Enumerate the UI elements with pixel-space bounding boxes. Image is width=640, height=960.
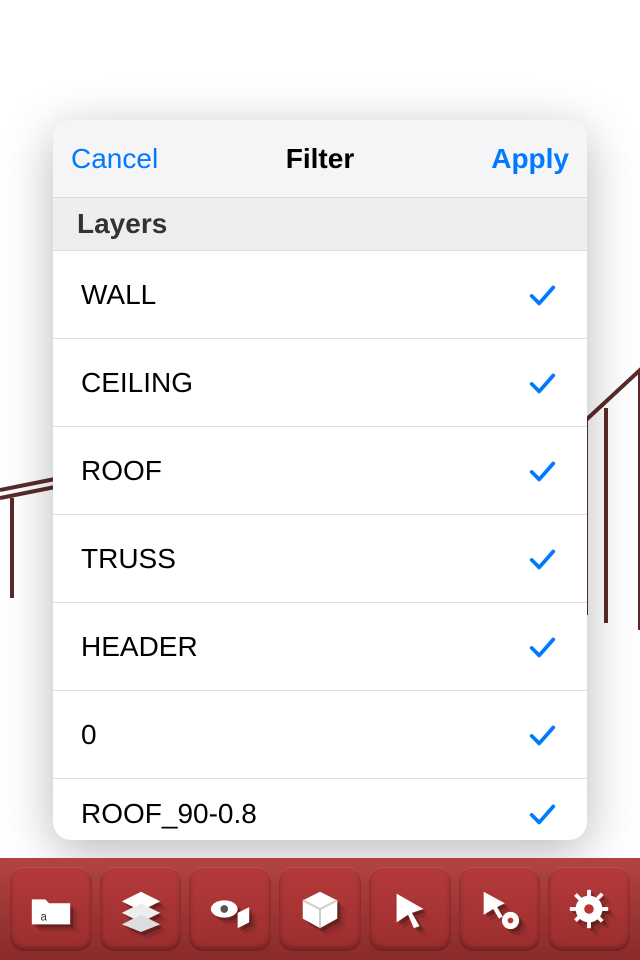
- checkmark-icon: [525, 718, 559, 752]
- layers-button[interactable]: [100, 867, 182, 951]
- open-folder-icon: a: [28, 886, 74, 932]
- layer-row[interactable]: CEILING: [53, 339, 587, 427]
- layer-label: HEADER: [81, 631, 198, 663]
- layer-row[interactable]: HEADER: [53, 603, 587, 691]
- sheet-header: Cancel Filter Apply: [53, 120, 587, 198]
- checkmark-icon: [525, 278, 559, 312]
- checkmark-icon: [525, 630, 559, 664]
- settings-icon: [566, 886, 612, 932]
- open-folder-button[interactable]: a: [10, 867, 92, 951]
- select-settings-button[interactable]: [459, 867, 541, 951]
- layer-row[interactable]: WALL: [53, 251, 587, 339]
- layer-label: TRUSS: [81, 543, 176, 575]
- section-header-layers: Layers: [53, 198, 587, 251]
- cube-icon: [297, 886, 343, 932]
- checkmark-icon: [525, 366, 559, 400]
- select-icon: [387, 886, 433, 932]
- layer-label: 0: [81, 719, 97, 751]
- layer-list: WALL CEILING ROOF TRUSS HEADER 0 ROOF_90…: [53, 251, 587, 840]
- layer-label: ROOF_90-0.8: [81, 798, 257, 830]
- layer-label: WALL: [81, 279, 156, 311]
- layer-row[interactable]: TRUSS: [53, 515, 587, 603]
- layer-row[interactable]: 0: [53, 691, 587, 779]
- layer-label: CEILING: [81, 367, 193, 399]
- select-button[interactable]: [369, 867, 451, 951]
- layer-label: ROOF: [81, 455, 162, 487]
- layer-row[interactable]: ROOF: [53, 427, 587, 515]
- settings-button[interactable]: [548, 867, 630, 951]
- svg-text:a: a: [40, 912, 47, 924]
- bottom-toolbar: a: [0, 858, 640, 960]
- checkmark-icon: [525, 797, 559, 831]
- checkmark-icon: [525, 542, 559, 576]
- apply-button[interactable]: Apply: [491, 143, 569, 175]
- filter-sheet: Cancel Filter Apply Layers WALL CEILING …: [53, 120, 587, 840]
- select-settings-icon: [476, 886, 522, 932]
- view-button[interactable]: [189, 867, 271, 951]
- layers-icon: [118, 886, 164, 932]
- view-icon: [207, 886, 253, 932]
- cancel-button[interactable]: Cancel: [71, 143, 158, 175]
- checkmark-icon: [525, 454, 559, 488]
- cube-button[interactable]: [279, 867, 361, 951]
- layer-row[interactable]: ROOF_90-0.8: [53, 779, 587, 840]
